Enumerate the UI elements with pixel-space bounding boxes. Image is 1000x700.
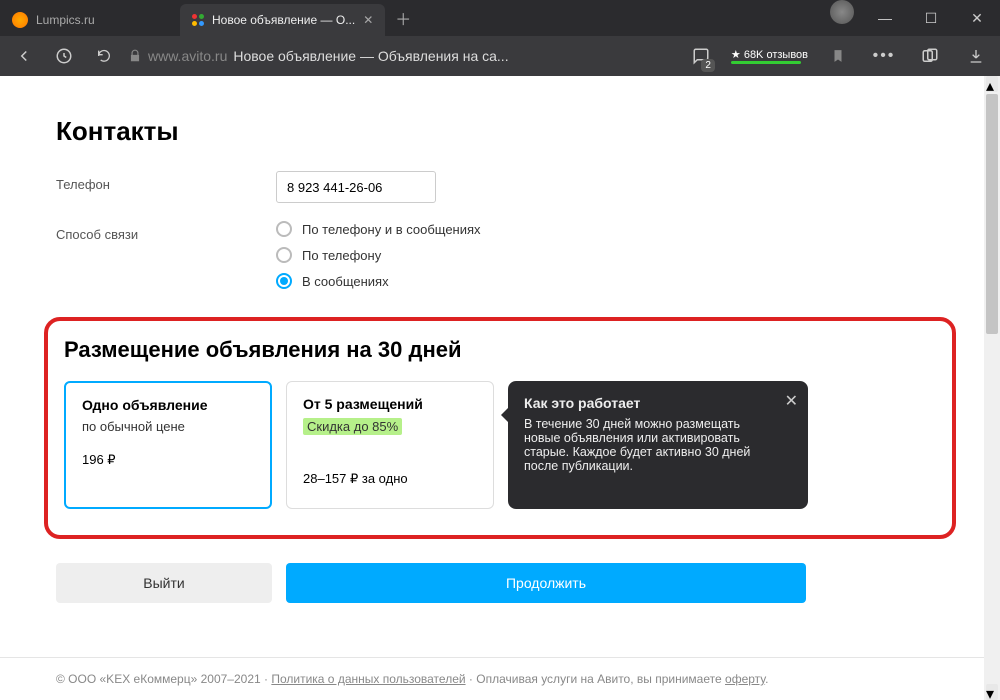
extension-bar [731,61,801,64]
new-tab-button[interactable]: ＋ [389,4,417,32]
scroll-thumb[interactable] [986,94,998,334]
tooltip-title: Как это работает [524,395,772,411]
radio-icon [276,221,292,237]
page-title: Контакты [56,116,944,147]
radio-icon [276,273,292,289]
url-domain: www.avito.ru [148,48,227,64]
exit-button[interactable]: Выйти [56,563,272,603]
cards-row: Одно объявление по обычной цене 196 ₽ От… [64,381,936,509]
card-title: От 5 размещений [303,396,477,412]
field-contact-method: Способ связи По телефону и в сообщениях … [56,221,944,299]
footer-company: © ООО «KEX еКоммерц» 2007–2021 [56,672,261,686]
reload-button[interactable] [88,40,120,72]
url-title: Новое объявление — Объявления на са... [233,48,508,64]
close-icon[interactable]: ✕ [363,13,373,27]
footer-policy-link[interactable]: Политика о данных пользователей [271,672,465,686]
window-controls: — ☐ ✕ [830,0,1000,36]
extension-label: ★ 68K отзывов [731,48,808,61]
bookmark-button[interactable] [822,40,854,72]
field-phone: Телефон [56,171,944,203]
card-title: Одно объявление [82,397,254,413]
browser-toolbar: www.avito.ru Новое объявление — Объявлен… [0,36,1000,76]
radio-option-messages[interactable]: В сообщениях [276,273,944,289]
lock-icon [128,49,142,63]
maximize-button[interactable]: ☐ [908,0,954,36]
close-button[interactable]: ✕ [954,0,1000,36]
yandex-button[interactable] [48,40,80,72]
tooltip-how-it-works: ✕ Как это работает В течение 30 дней мож… [508,381,808,509]
radio-label: По телефону и в сообщениях [302,222,481,237]
card-sub: по обычной цене [82,419,254,434]
tab-label: Lumpics.ru [36,13,95,27]
radio-label: В сообщениях [302,274,389,289]
footer-offer-link[interactable]: оферту [725,672,765,686]
footer-mid: Оплачивая услуги на Авито, вы принимаете [476,672,721,686]
radio-label: По телефону [302,248,381,263]
messages-button[interactable]: 2 [685,40,717,72]
buttons-row: Выйти Продолжить [56,563,944,603]
radio-icon [276,247,292,263]
page-footer: © ООО «KEX еКоммерц» 2007–2021 · Политик… [0,657,984,700]
url-bar[interactable]: www.avito.ru Новое объявление — Объявлен… [128,48,509,64]
section-title: Размещение объявления на 30 дней [64,337,936,363]
card-bulk[interactable]: От 5 размещений Скидка до 85% 28–157 ₽ з… [286,381,494,509]
toolbar-right: 2 ★ 68K отзывов ••• [685,40,992,72]
tab-active[interactable]: Новое объявление — О... ✕ [180,4,385,36]
card-price: 28–157 ₽ за одно [303,471,477,487]
phone-input[interactable] [276,171,436,203]
card-price: 196 ₽ [82,452,254,468]
placement-section: Размещение объявления на 30 дней Одно об… [44,317,956,539]
extension-reviews[interactable]: ★ 68K отзывов [731,48,808,64]
field-label: Способ связи [56,221,276,242]
browser-titlebar: Lumpics.ru Новое объявление — О... ✕ ＋ —… [0,0,1000,36]
menu-button[interactable]: ••• [868,40,900,72]
avatar[interactable] [830,0,854,24]
msg-badge: 2 [701,59,715,72]
tab-icon [12,12,28,28]
tab-label: Новое объявление — О... [212,13,355,27]
back-button[interactable] [8,40,40,72]
card-sub: Скидка до 85% [303,418,402,435]
close-icon[interactable]: ✕ [785,391,798,411]
scroll-thumb[interactable]: ▴ [986,76,998,92]
downloads-button[interactable] [960,40,992,72]
card-single[interactable]: Одно объявление по обычной цене 196 ₽ [64,381,272,509]
scroll-thumb[interactable]: ▾ [986,684,998,700]
minimize-button[interactable]: — [862,0,908,36]
tooltip-body: В течение 30 дней можно размещать новые … [524,417,772,473]
field-label: Телефон [56,171,276,192]
page-viewport: ▴ ▾ Контакты Телефон Способ связи По тел… [0,76,1000,700]
tab-icon [192,14,204,26]
radio-option-phone-messages[interactable]: По телефону и в сообщениях [276,221,944,237]
continue-button[interactable]: Продолжить [286,563,806,603]
scrollbar[interactable]: ▴ ▾ [984,76,1000,700]
page-content: Контакты Телефон Способ связи По телефон… [0,76,1000,603]
radio-option-phone[interactable]: По телефону [276,247,944,263]
extensions-button[interactable] [914,40,946,72]
tab-inactive[interactable]: Lumpics.ru [0,4,180,36]
